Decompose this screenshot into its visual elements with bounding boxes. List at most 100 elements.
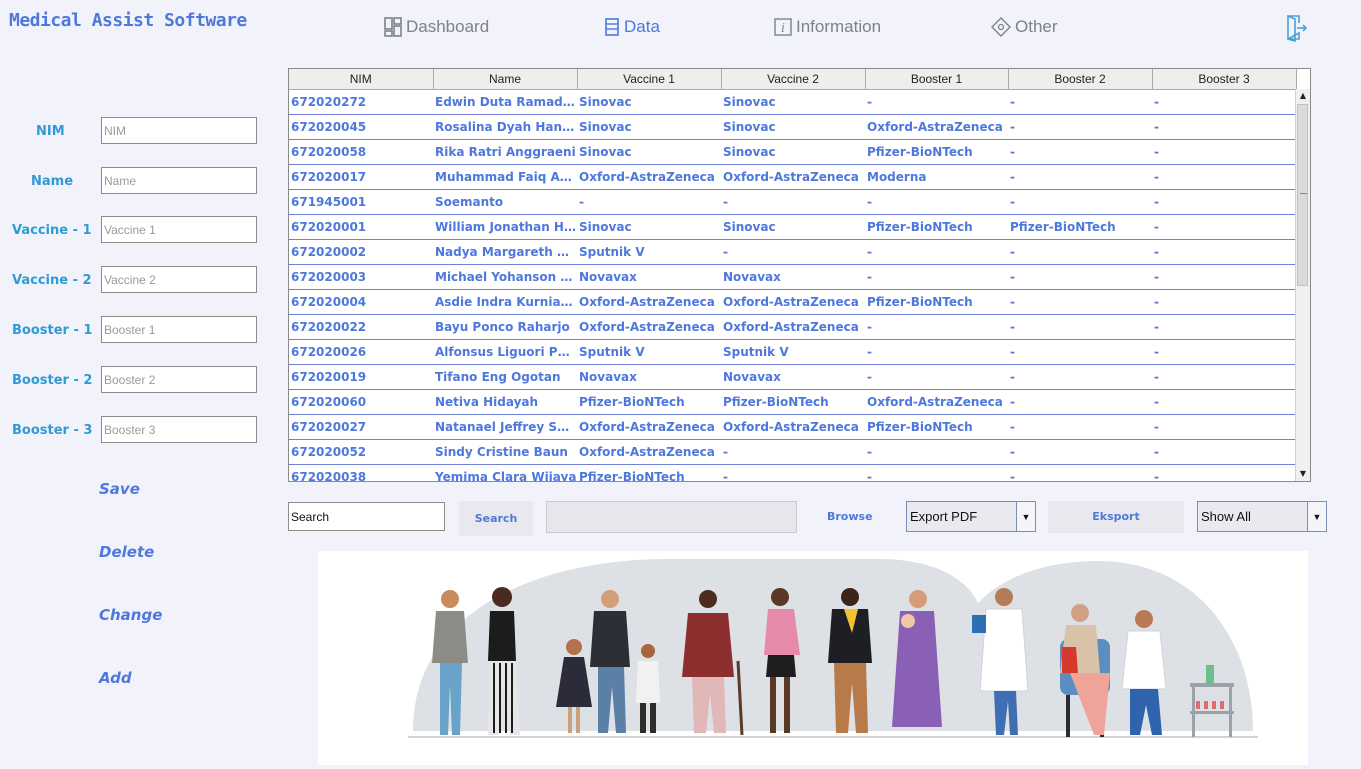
- table-cell[interactable]: -: [1008, 89, 1152, 115]
- table-cell[interactable]: -: [1152, 389, 1296, 415]
- table-cell[interactable]: Tifano Eng Ogotan: [433, 364, 577, 390]
- table-cell[interactable]: -: [577, 189, 721, 215]
- table-cell[interactable]: Oxford-AstraZeneca: [721, 289, 865, 315]
- table-cell[interactable]: Pfizer-BioNTech: [865, 139, 1008, 165]
- file-path-field[interactable]: [546, 501, 797, 533]
- table-cell[interactable]: -: [1008, 189, 1152, 215]
- table-cell[interactable]: 672020004: [289, 289, 433, 315]
- nav-information[interactable]: i Information: [774, 14, 881, 40]
- table-cell[interactable]: 672020003: [289, 264, 433, 290]
- table-cell[interactable]: -: [865, 314, 1008, 340]
- table-cell[interactable]: -: [1008, 464, 1152, 481]
- table-cell[interactable]: -: [721, 439, 865, 465]
- table-row[interactable]: 671945001 Soemanto - - - - -: [289, 189, 1296, 215]
- booster-1-field[interactable]: [101, 316, 257, 343]
- table-cell[interactable]: Pfizer-BioNTech: [865, 214, 1008, 240]
- table-cell[interactable]: Oxford-AstraZeneca: [721, 414, 865, 440]
- table-cell[interactable]: Netiva Hidayah: [433, 389, 577, 415]
- table-cell[interactable]: -: [1152, 414, 1296, 440]
- table-cell[interactable]: Novavax: [577, 264, 721, 290]
- table-cell[interactable]: 672020017: [289, 164, 433, 190]
- table-cell[interactable]: Sinovac: [721, 214, 865, 240]
- table-cell[interactable]: Novavax: [577, 364, 721, 390]
- table-cell[interactable]: -: [1008, 264, 1152, 290]
- table-cell[interactable]: -: [1152, 439, 1296, 465]
- table-row[interactable]: 672020004 Asdie Indra Kurniawan Oxford-Ast…: [289, 289, 1296, 315]
- table-cell[interactable]: Bayu Ponco Raharjo: [433, 314, 577, 340]
- table-cell[interactable]: Asdie Indra Kurniawan: [433, 289, 577, 315]
- table-cell[interactable]: 672020019: [289, 364, 433, 390]
- table-cell[interactable]: -: [1008, 389, 1152, 415]
- booster-3-field[interactable]: [101, 416, 257, 443]
- table-row[interactable]: 672020272 Edwin Duta Ramadhan Sinovac Sinov…: [289, 89, 1296, 115]
- table-cell[interactable]: -: [1152, 464, 1296, 481]
- table-cell[interactable]: -: [1008, 239, 1152, 265]
- vaccine-2-field[interactable]: [101, 266, 257, 293]
- table-cell[interactable]: -: [1008, 314, 1152, 340]
- table-row[interactable]: 672020060 Netiva Hidayah Pfizer-BioNTech Pf…: [289, 389, 1296, 415]
- table-row[interactable]: 672020022 Bayu Ponco Raharjo Oxford-AstraZ…: [289, 314, 1296, 340]
- add-button[interactable]: Add: [99, 669, 132, 687]
- table-row[interactable]: 672020027 Natanael Jeffrey Sus... Oxford-A…: [289, 414, 1296, 440]
- table-cell[interactable]: Oxford-AstraZeneca: [865, 389, 1008, 415]
- delete-button[interactable]: Delete: [99, 543, 154, 561]
- table-cell[interactable]: Soemanto: [433, 189, 577, 215]
- table-cell[interactable]: Sinovac: [721, 114, 865, 140]
- table-cell[interactable]: -: [721, 239, 865, 265]
- table-cell[interactable]: -: [1008, 414, 1152, 440]
- table-cell[interactable]: -: [1008, 164, 1152, 190]
- table-cell[interactable]: Edwin Duta Ramadhan: [433, 89, 577, 115]
- table-cell[interactable]: 672020052: [289, 439, 433, 465]
- table-cell[interactable]: Rosalina Dyah Handika: [433, 114, 577, 140]
- table-row[interactable]: 672020017 Muhammad Faiq Adh... Oxford-Astr…: [289, 164, 1296, 190]
- table-scrollbar[interactable]: ▲ ▼: [1295, 89, 1310, 481]
- table-cell[interactable]: Pfizer-BioNTech: [577, 464, 721, 481]
- table-cell[interactable]: William Jonathan Ha...: [433, 214, 577, 240]
- table-cell[interactable]: 672020272: [289, 89, 433, 115]
- scroll-up-arrow-icon[interactable]: ▲: [1296, 89, 1310, 103]
- vaccine-table[interactable]: NIM Name Vaccine 1 Vaccine 2 Booster 1 Booste…: [288, 68, 1311, 482]
- table-cell[interactable]: -: [865, 464, 1008, 481]
- table-cell[interactable]: Pfizer-BioNTech: [1008, 214, 1152, 240]
- column-header[interactable]: Vaccine 1: [577, 69, 722, 90]
- table-cell[interactable]: 672020022: [289, 314, 433, 340]
- table-cell[interactable]: Oxford-AstraZeneca: [721, 314, 865, 340]
- table-cell[interactable]: 672020058: [289, 139, 433, 165]
- column-header[interactable]: Vaccine 2: [721, 69, 866, 90]
- change-button[interactable]: Change: [99, 606, 162, 624]
- table-cell[interactable]: -: [1008, 114, 1152, 140]
- table-cell[interactable]: -: [865, 264, 1008, 290]
- table-cell[interactable]: Sinovac: [721, 139, 865, 165]
- table-cell[interactable]: Yemima Clara Wijaya: [433, 464, 577, 481]
- table-row[interactable]: 672020045 Rosalina Dyah Handika Sinovac Sin…: [289, 114, 1296, 140]
- table-cell[interactable]: -: [1152, 364, 1296, 390]
- table-cell[interactable]: Alfonsus Liguori Pent...: [433, 339, 577, 365]
- table-cell[interactable]: -: [1008, 289, 1152, 315]
- table-cell[interactable]: Sinovac: [577, 139, 721, 165]
- table-row[interactable]: 672020058 Rika Ratri Anggraeni Sinovac Sino…: [289, 139, 1296, 165]
- export-button[interactable]: Eksport: [1048, 501, 1184, 533]
- table-cell[interactable]: -: [1152, 164, 1296, 190]
- column-header[interactable]: NIM: [289, 69, 434, 90]
- table-cell[interactable]: 672020038: [289, 464, 433, 481]
- table-cell[interactable]: Oxford-AstraZeneca: [577, 289, 721, 315]
- table-cell[interactable]: Rika Ratri Anggraeni: [433, 139, 577, 165]
- table-cell[interactable]: Sinovac: [577, 114, 721, 140]
- table-cell[interactable]: -: [1152, 239, 1296, 265]
- table-cell[interactable]: 671945001: [289, 189, 433, 215]
- table-cell[interactable]: Pfizer-BioNTech: [577, 389, 721, 415]
- table-cell[interactable]: -: [1152, 314, 1296, 340]
- table-cell[interactable]: Sputnik V: [577, 239, 721, 265]
- nav-data[interactable]: Data: [604, 14, 660, 40]
- logout-button[interactable]: [1284, 14, 1308, 46]
- table-cell[interactable]: Michael Yohanson M...: [433, 264, 577, 290]
- table-cell[interactable]: Sputnik V: [577, 339, 721, 365]
- table-cell[interactable]: Muhammad Faiq Adh...: [433, 164, 577, 190]
- filter-select[interactable]: Show All ▼: [1197, 501, 1327, 532]
- table-cell[interactable]: Oxford-AstraZeneca: [721, 164, 865, 190]
- table-cell[interactable]: -: [1152, 139, 1296, 165]
- table-cell[interactable]: -: [1152, 214, 1296, 240]
- table-cell[interactable]: Novavax: [721, 364, 865, 390]
- export-format-select[interactable]: Export PDF ▼: [906, 501, 1036, 532]
- name-field[interactable]: [101, 167, 257, 194]
